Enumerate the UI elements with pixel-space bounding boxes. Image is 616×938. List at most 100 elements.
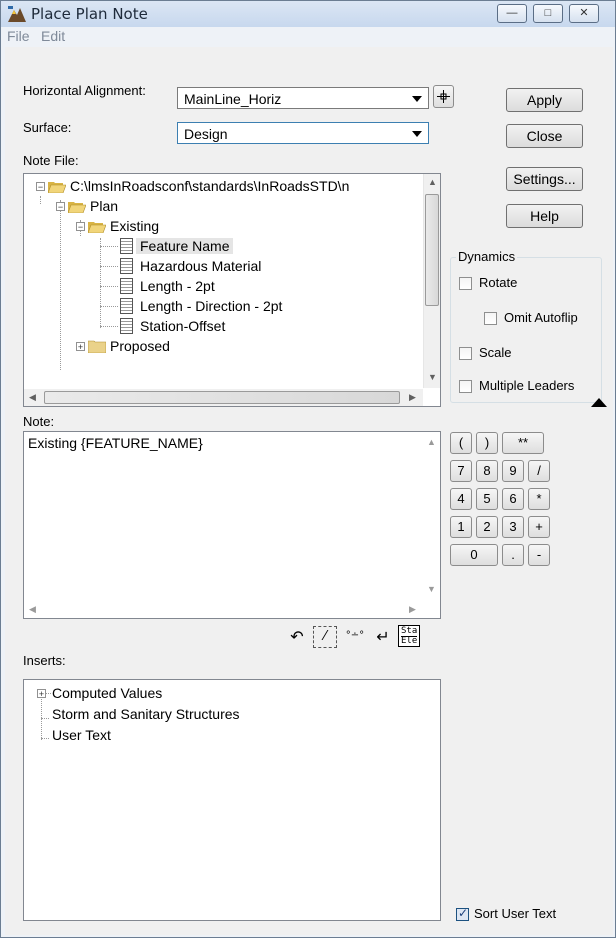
tree-line — [100, 326, 118, 327]
tree-vertical-scrollbar[interactable]: ▲ ▼ — [423, 174, 440, 388]
open-folder-icon — [68, 202, 86, 213]
tree-existing-label[interactable]: Existing — [110, 218, 159, 234]
note-textarea[interactable]: Existing {FEATURE_NAME} ▲ ▼ ◀ ▶ — [23, 431, 441, 619]
sta-ele-bottom: Ele — [401, 636, 418, 646]
close-button[interactable]: Close — [506, 124, 583, 148]
keypad-9[interactable]: 9 — [502, 460, 524, 482]
multiple-leaders-checkbox[interactable] — [459, 380, 472, 393]
tree-vertical-thumb[interactable] — [425, 194, 439, 306]
collapse-root-icon[interactable]: − — [36, 182, 45, 192]
note-file-icon — [120, 298, 133, 314]
scroll-up-icon[interactable]: ▲ — [428, 177, 437, 187]
keypad-power[interactable]: ** — [502, 432, 544, 454]
surface-label: Surface: — [23, 120, 72, 135]
expand-computed-values-icon[interactable]: + — [37, 689, 46, 699]
help-button[interactable]: Help — [506, 204, 583, 228]
symbol-icon[interactable]: °∸° — [343, 626, 367, 648]
inserts-item-computed-values[interactable]: Computed Values — [52, 685, 162, 701]
note-horizontal-scrollbar[interactable]: ◀ ▶ — [24, 601, 423, 618]
tree-item-station-offset[interactable]: Station-Offset — [140, 318, 225, 334]
maximize-button[interactable]: □ — [533, 4, 563, 23]
tree-plan-label[interactable]: Plan — [90, 198, 118, 214]
keypad-decimal[interactable]: . — [502, 544, 524, 566]
tree-item-feature-name[interactable]: Feature Name — [136, 238, 234, 254]
scroll-left-icon[interactable]: ◀ — [29, 604, 36, 615]
keypad-minus[interactable]: - — [528, 544, 550, 566]
note-text[interactable]: Existing {FEATURE_NAME} — [28, 435, 203, 451]
note-file-label: Note File: — [23, 153, 79, 168]
note-file-tree[interactable]: − C:\lmsInRoadsconf\standards\InRoadsSTD… — [23, 173, 441, 407]
scroll-right-icon[interactable]: ▶ — [409, 392, 416, 403]
scroll-right-icon[interactable]: ▶ — [409, 604, 416, 615]
title-bar[interactable]: Place Plan Note — □ ✕ — [1, 1, 615, 27]
settings-button[interactable]: Settings... — [506, 167, 583, 191]
newline-icon[interactable]: ↵ — [371, 626, 395, 648]
scale-checkbox[interactable] — [459, 347, 472, 360]
expand-proposed-icon[interactable]: + — [76, 342, 85, 352]
multiple-leaders-label[interactable]: Multiple Leaders — [479, 378, 574, 393]
keypad-plus[interactable]: + — [528, 516, 550, 538]
keypad-divide[interactable]: / — [528, 460, 550, 482]
minimize-button[interactable]: — — [497, 4, 527, 23]
tree-item-length-2pt[interactable]: Length - 2pt — [140, 278, 215, 294]
note-vertical-scrollbar[interactable]: ▲ ▼ — [423, 432, 440, 600]
tree-item-length-direction-2pt[interactable]: Length - Direction - 2pt — [140, 298, 282, 314]
sta-ele-icon[interactable]: Sta Ele — [398, 625, 420, 647]
clear-icon[interactable]: ⁄ — [313, 626, 337, 648]
tree-horizontal-scrollbar[interactable]: ◀ ▶ — [24, 389, 423, 406]
tree-item-hazardous-material[interactable]: Hazardous Material — [140, 258, 261, 274]
keypad-7[interactable]: 7 — [450, 460, 472, 482]
tree-horizontal-thumb[interactable] — [44, 391, 400, 404]
keypad-6[interactable]: 6 — [502, 488, 524, 510]
keypad-4[interactable]: 4 — [450, 488, 472, 510]
dialog-body: Horizontal Alignment: MainLine_Horiz App… — [5, 47, 613, 935]
keypad-multiply[interactable]: * — [528, 488, 550, 510]
surface-value: Design — [184, 126, 228, 142]
tree-root-label[interactable]: C:\lmsInRoadsconf\standards\InRoadsSTD\n — [70, 178, 349, 194]
omit-autoflip-label[interactable]: Omit Autoflip — [504, 310, 578, 325]
collapse-plan-icon[interactable]: − — [56, 202, 65, 212]
undo-icon[interactable]: ↶ — [285, 626, 309, 648]
collapse-panel-icon[interactable] — [591, 398, 607, 407]
menu-file[interactable]: File — [7, 28, 30, 44]
open-folder-icon — [48, 182, 66, 193]
apply-button[interactable]: Apply — [506, 88, 583, 112]
open-folder-icon — [88, 222, 106, 233]
keypad-open-paren[interactable]: ( — [450, 432, 472, 454]
horizontal-alignment-label: Horizontal Alignment: — [23, 83, 146, 98]
sort-user-text-label[interactable]: Sort User Text — [474, 906, 556, 921]
sort-user-text-checkbox[interactable] — [456, 906, 469, 921]
inserts-item-user-text[interactable]: User Text — [52, 727, 111, 743]
tree-line — [100, 286, 118, 287]
inserts-tree[interactable]: + Computed Values Storm and Sanitary Str… — [23, 679, 441, 921]
surface-select[interactable]: Design — [177, 122, 429, 144]
note-file-icon — [120, 238, 133, 254]
inserts-item-storm-sanitary[interactable]: Storm and Sanitary Structures — [52, 706, 240, 722]
keypad-0[interactable]: 0 — [450, 544, 498, 566]
keypad-1[interactable]: 1 — [450, 516, 472, 538]
pick-alignment-button[interactable] — [433, 85, 454, 108]
omit-autoflip-checkbox[interactable] — [484, 312, 497, 325]
menu-edit[interactable]: Edit — [41, 28, 65, 44]
rotate-label[interactable]: Rotate — [479, 275, 517, 290]
tree-line — [100, 246, 118, 247]
tree-line — [41, 718, 49, 719]
collapse-existing-icon[interactable]: − — [76, 222, 85, 232]
close-window-button[interactable]: ✕ — [569, 4, 599, 23]
keypad-2[interactable]: 2 — [476, 516, 498, 538]
scale-label[interactable]: Scale — [479, 345, 512, 360]
tree-line — [100, 306, 118, 307]
keypad-3[interactable]: 3 — [502, 516, 524, 538]
horizontal-alignment-value: MainLine_Horiz — [184, 91, 282, 107]
scroll-down-icon[interactable]: ▼ — [427, 584, 436, 594]
keypad-5[interactable]: 5 — [476, 488, 498, 510]
scroll-up-icon[interactable]: ▲ — [427, 437, 436, 447]
note-file-icon — [120, 278, 133, 294]
scroll-left-icon[interactable]: ◀ — [29, 392, 36, 403]
horizontal-alignment-select[interactable]: MainLine_Horiz — [177, 87, 429, 109]
rotate-checkbox[interactable] — [459, 277, 472, 290]
keypad-8[interactable]: 8 — [476, 460, 498, 482]
scroll-down-icon[interactable]: ▼ — [428, 372, 437, 382]
keypad-close-paren[interactable]: ) — [476, 432, 498, 454]
tree-proposed-label[interactable]: Proposed — [110, 338, 170, 354]
